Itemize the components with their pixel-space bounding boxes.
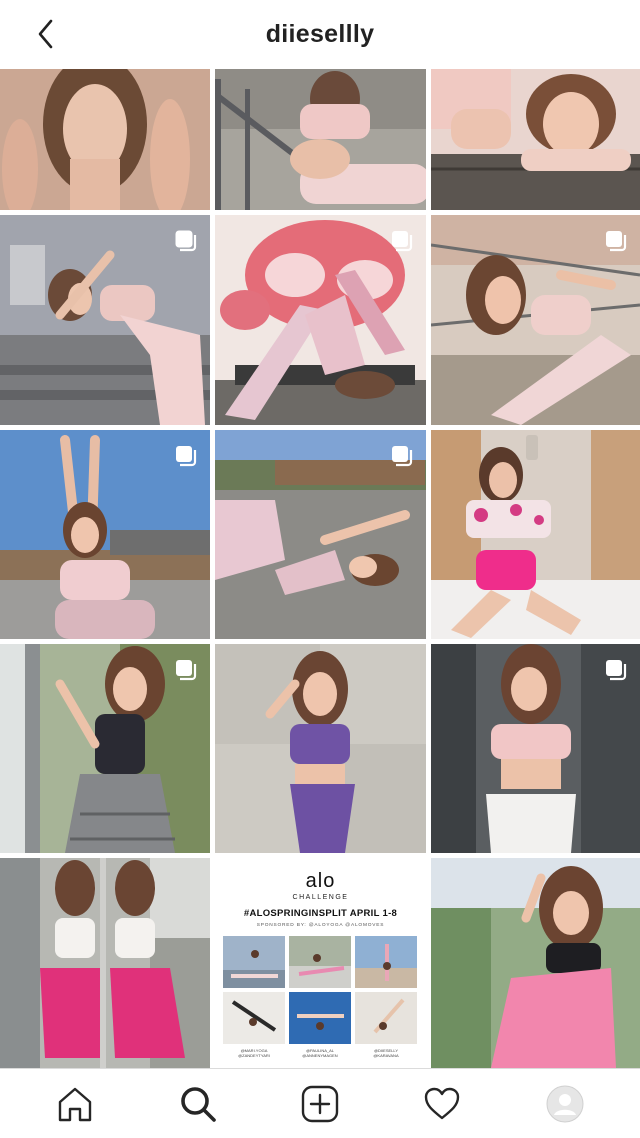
alo-logo: alo: [305, 870, 336, 892]
post-thumbnail-alo-challenge[interactable]: alo CHALLENGE #ALOSPRINGINSPLIT APRIL 1-…: [215, 858, 426, 1068]
post-image: [0, 69, 210, 210]
alo-caption-2: @PAULINA_AL @ANNENYMAGEN: [302, 1048, 338, 1058]
alo-photo: [355, 992, 417, 1044]
post-thumbnail[interactable]: [431, 644, 640, 853]
avatar: [546, 1085, 584, 1122]
post-thumbnail[interactable]: [0, 644, 210, 853]
post-image: [431, 430, 640, 639]
post-thumbnail[interactable]: [215, 215, 426, 425]
post-thumbnail[interactable]: [215, 430, 426, 639]
nav-home-button[interactable]: [45, 1074, 105, 1134]
nav-search-button[interactable]: [168, 1074, 228, 1134]
alo-photo: [223, 936, 285, 988]
alo-subtitle: CHALLENGE: [292, 894, 349, 901]
post-thumbnail[interactable]: [431, 858, 640, 1068]
post-image: [431, 69, 640, 210]
multiple-images-icon: [176, 660, 197, 681]
alo-photo: [223, 992, 285, 1044]
post-thumbnail[interactable]: [431, 215, 640, 425]
home-icon: [58, 1087, 92, 1121]
alo-headline: #ALOSPRINGINSPLIT APRIL 1-8: [243, 908, 398, 919]
nav-new-post-button[interactable]: [290, 1074, 350, 1134]
post-thumbnail[interactable]: [215, 69, 426, 210]
chevron-left-icon: [38, 19, 53, 49]
post-thumbnail[interactable]: [0, 69, 210, 210]
post-thumbnail[interactable]: [215, 644, 426, 853]
alo-caption-1: @MARI.YOGA @ZANDEYTYARI: [238, 1048, 270, 1058]
post-thumbnail[interactable]: [431, 430, 640, 639]
alo-photo-grid: [223, 936, 418, 1044]
multiple-images-icon: [606, 231, 627, 252]
post-thumbnail[interactable]: [0, 215, 210, 425]
profile-username-title: diiesellly: [265, 19, 375, 48]
nav-activity-button[interactable]: [412, 1074, 472, 1134]
multiple-images-icon: [392, 231, 413, 252]
post-image: [431, 858, 640, 1068]
instagram-profile-grid-screen: diiesellly alo CHALLENGE #ALOSPRINGINSPL…: [0, 0, 640, 1138]
multiple-images-icon: [392, 446, 413, 467]
posts-grid: alo CHALLENGE #ALOSPRINGINSPLIT APRIL 1-…: [0, 69, 640, 1069]
search-icon: [180, 1086, 216, 1122]
post-thumbnail[interactable]: [0, 430, 210, 639]
add-post-icon: [301, 1085, 339, 1122]
post-thumbnail[interactable]: [431, 69, 640, 210]
post-thumbnail[interactable]: [0, 858, 210, 1068]
post-image: [0, 858, 210, 1068]
back-button[interactable]: [26, 14, 66, 54]
top-bar: diiesellly: [0, 0, 640, 68]
alo-photo: [355, 936, 417, 988]
alo-caption-3: @DIIESELLY @KARAVANA: [373, 1048, 399, 1058]
alo-photo: [289, 992, 351, 1044]
nav-profile-button[interactable]: [535, 1074, 595, 1134]
heart-icon: [425, 1087, 460, 1119]
post-image: [215, 69, 426, 210]
multiple-images-icon: [175, 230, 197, 252]
multiple-images-icon: [176, 446, 197, 467]
alo-photo: [289, 936, 351, 988]
post-image: [215, 644, 426, 853]
alo-sponsor-line: SPONSORED BY: @ALOYOGA @ALOMOVES: [256, 923, 385, 928]
bottom-tab-bar: [0, 1068, 640, 1138]
multiple-images-icon: [606, 660, 627, 681]
